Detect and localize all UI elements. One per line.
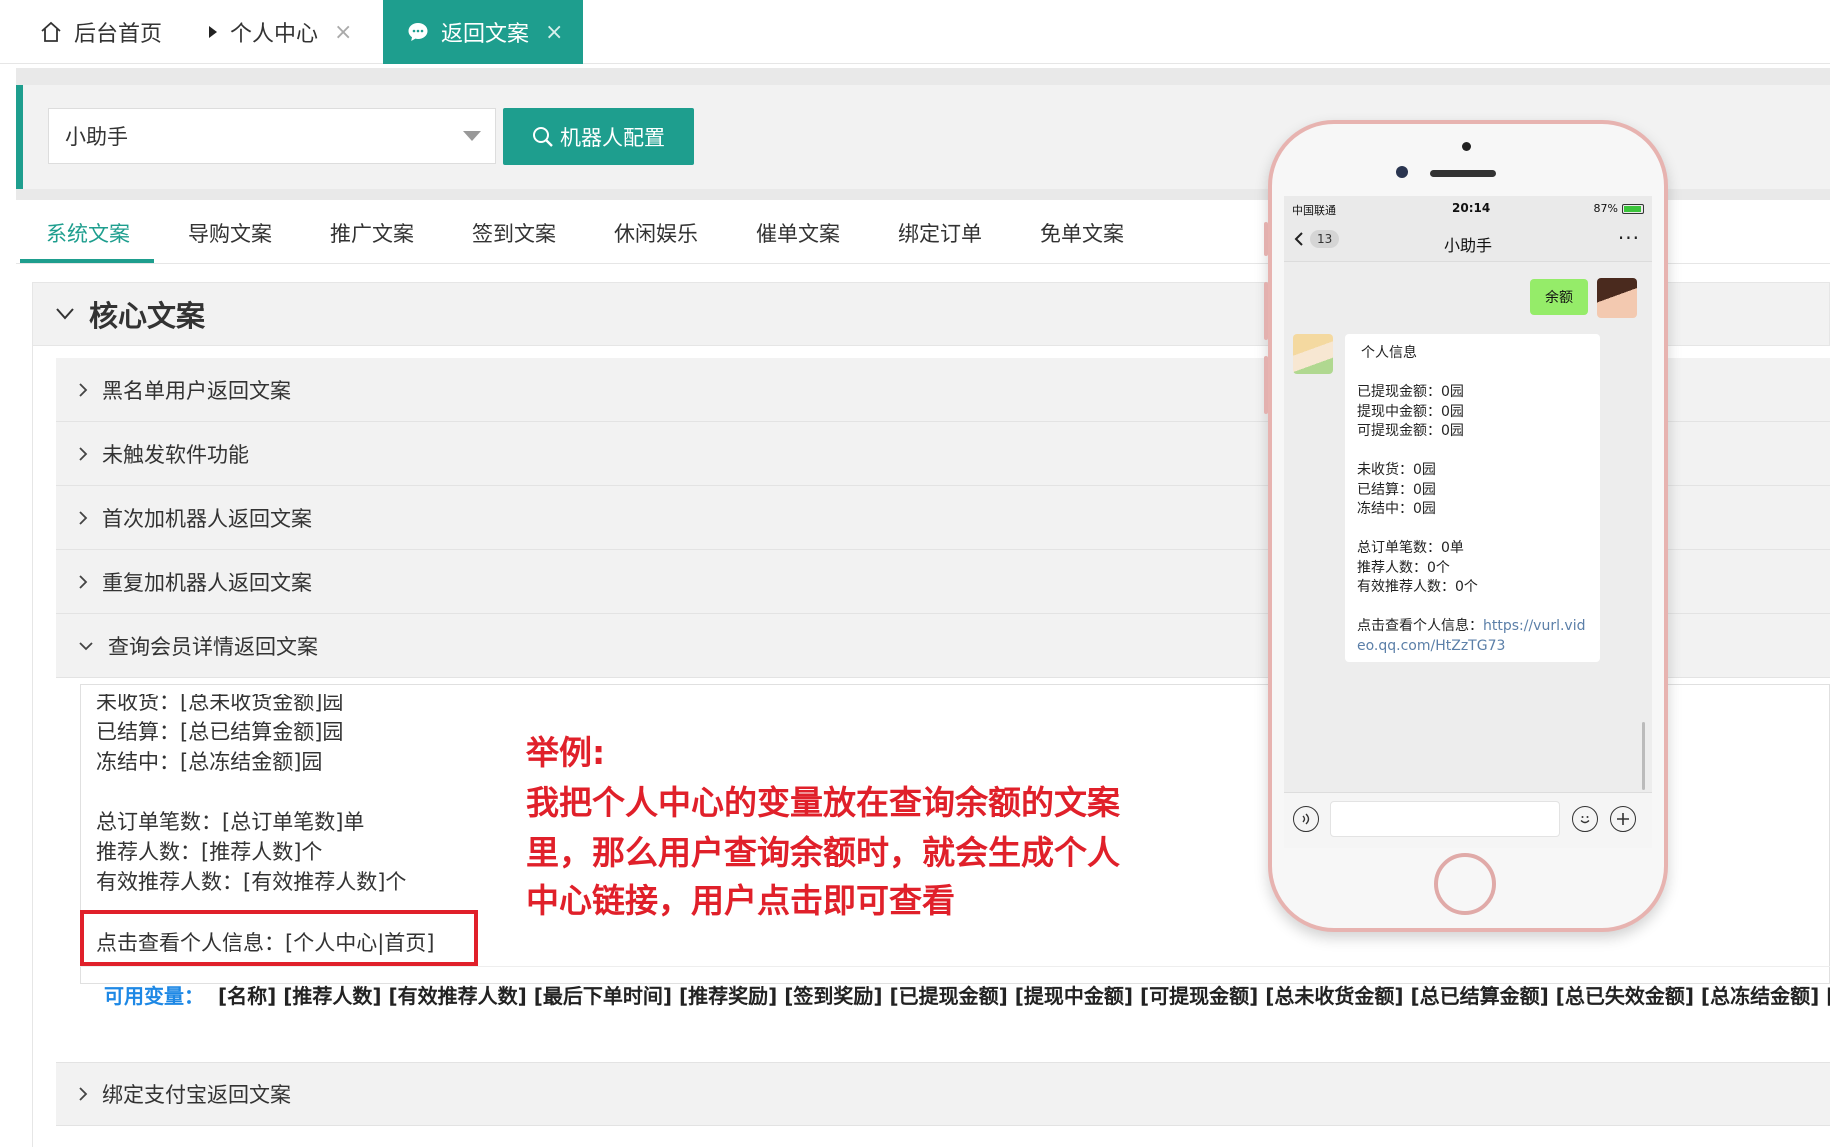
- my-message-bubble: 余额: [1530, 279, 1588, 315]
- caret-right-icon: [208, 25, 218, 39]
- tab-personal-center[interactable]: 个人中心 ×: [208, 0, 352, 64]
- robot-config-label: 机器人配置: [560, 125, 665, 150]
- battery-percent: 87%: [1593, 202, 1618, 215]
- chevron-right-icon: [78, 574, 88, 590]
- subtab-promotion[interactable]: 推广文案: [330, 218, 414, 248]
- reply-line: 推荐人数：0个: [1357, 559, 1450, 576]
- editor-line: 冻结中：[总冻结金额]园: [96, 750, 323, 774]
- reply-line: 冻结中：0园: [1357, 501, 1436, 517]
- phone-camera: [1462, 142, 1471, 151]
- tab-return-copy[interactable]: 返回文案 ×: [383, 0, 583, 64]
- chat-input[interactable]: [1330, 801, 1560, 837]
- subtab-system[interactable]: 系统文案: [46, 218, 130, 248]
- robot-select-value: 小助手: [65, 125, 128, 149]
- chevron-down-icon: [56, 308, 74, 320]
- tab-active-label: 返回文案: [441, 22, 530, 47]
- subtab-free-order[interactable]: 免单文案: [1040, 218, 1124, 248]
- close-icon[interactable]: ×: [334, 20, 352, 45]
- app-root: 后台首页 个人中心 × 返回文案 × 小助手 机器人配置 系统文案 导购文案 推…: [0, 0, 1830, 1147]
- status-right: 87%: [1594, 202, 1644, 215]
- reply-line: 可提现金额：0园: [1357, 423, 1464, 439]
- chevron-down-icon: [78, 641, 94, 651]
- reply-line: 提现中金额：0园: [1357, 403, 1464, 420]
- reply-line: 已提现金额：0园: [1357, 384, 1464, 400]
- robot-config-button[interactable]: 机器人配置: [503, 108, 694, 165]
- accordion-label: 黑名单用户返回文案: [102, 378, 291, 403]
- home-icon: [40, 21, 62, 43]
- accordion-label: 查询会员详情返回文案: [108, 634, 318, 659]
- annotation-line: 我把个人中心的变量放在查询余额的文案: [526, 783, 1120, 822]
- carrier-text: 中国联通: [1292, 204, 1336, 217]
- chat-bubble-icon: [407, 21, 429, 43]
- reply-link-label: 点击查看个人信息：: [1357, 618, 1483, 634]
- battery-icon: [1622, 203, 1644, 214]
- voice-icon[interactable]: [1293, 806, 1319, 832]
- chat-header: 13 小助手 ···: [1284, 222, 1652, 262]
- highlight-box: [80, 910, 478, 966]
- phone-side-button: [1264, 282, 1268, 340]
- emoji-icon[interactable]: [1572, 806, 1598, 832]
- dropdown-arrow-icon: [463, 131, 481, 141]
- accordion-label: 绑定支付宝返回文案: [102, 1083, 291, 1107]
- editor-line: 有效推荐人数：[有效推荐人数]个: [96, 870, 407, 894]
- my-avatar[interactable]: [1597, 278, 1637, 318]
- chat-scrollbar[interactable]: [1642, 722, 1645, 790]
- tab-home[interactable]: 后台首页: [40, 0, 162, 64]
- variables-list: [名称] [推荐人数] [有效推荐人数] [最后下单时间] [推荐奖励] [签到…: [218, 984, 1830, 1008]
- chevron-right-icon: [78, 382, 88, 398]
- annotation-title: 举例:: [526, 733, 606, 772]
- clock-text: 20:14: [1452, 201, 1491, 215]
- subtab-checkin[interactable]: 签到文案: [472, 218, 556, 248]
- active-tab-indicator: [20, 259, 154, 263]
- reply-link-line: 点击查看个人信息：https://vurl.video.qq.com/HtZzT…: [1357, 617, 1590, 656]
- core-panel-title: 核心文案: [89, 299, 206, 333]
- phone-side-button: [1264, 222, 1268, 256]
- bot-avatar[interactable]: [1293, 334, 1333, 374]
- editor-line: 已结算：[总已结算金额]园: [96, 720, 344, 744]
- phone-status-bar: 中国联通 20:14 87%: [1284, 196, 1652, 222]
- reply-title: 个人信息: [1361, 345, 1417, 361]
- tab-home-label: 后台首页: [74, 22, 163, 47]
- search-icon: [533, 126, 553, 147]
- phone-sensor: [1396, 166, 1408, 178]
- subtab-bind-order[interactable]: 绑定订单: [898, 218, 982, 248]
- accordion-label: 首次加机器人返回文案: [102, 506, 312, 531]
- reply-line: 总订单笔数：0单: [1357, 540, 1464, 556]
- subtab-shopping-guide[interactable]: 导购文案: [188, 218, 272, 248]
- annotation-line: 中心链接，用户点击即可查看: [526, 881, 955, 920]
- robot-select[interactable]: 小助手: [48, 108, 496, 164]
- accordion-item[interactable]: 绑定支付宝返回文案: [56, 1062, 1830, 1126]
- annotation-line: 里，那么用户查询余额时，就会生成个人: [526, 833, 1120, 872]
- chat-title: 小助手: [1443, 236, 1492, 255]
- more-icon[interactable]: ···: [1618, 226, 1640, 250]
- reply-line: 未收货：0园: [1357, 462, 1436, 478]
- editor-line: 推荐人数：[推荐人数]个: [96, 840, 323, 864]
- editor-line: 总订单笔数：[总订单笔数]单: [96, 810, 365, 834]
- chevron-right-icon: [78, 1086, 88, 1102]
- accordion-label: 未触发软件功能: [102, 442, 249, 467]
- subtab-leisure[interactable]: 休闲娱乐: [614, 218, 698, 248]
- accordion-label: 重复加机器人返回文案: [102, 570, 312, 595]
- bot-reply-bubble: 个人信息 已提现金额：0园 提现中金额：0园 可提现金额：0园 未收货：0园 已…: [1345, 334, 1600, 662]
- phone-speaker: [1430, 170, 1496, 177]
- subtab-urge-order[interactable]: 催单文案: [756, 218, 840, 248]
- chevron-right-icon: [78, 446, 88, 462]
- phone-side-button: [1264, 356, 1268, 414]
- available-variables: 可用变量： [名称] [推荐人数] [有效推荐人数] [最后下单时间] [推荐奖…: [80, 966, 1830, 1022]
- plus-icon[interactable]: [1610, 806, 1636, 832]
- tab-center-label: 个人中心: [230, 22, 319, 47]
- chevron-right-icon: [78, 510, 88, 526]
- reply-line: 有效推荐人数：0个: [1357, 579, 1478, 595]
- reply-line: 已结算：0园: [1357, 481, 1436, 498]
- variables-label: 可用变量：: [104, 984, 204, 1008]
- phone-home-button: [1434, 853, 1496, 915]
- close-icon[interactable]: ×: [545, 20, 563, 45]
